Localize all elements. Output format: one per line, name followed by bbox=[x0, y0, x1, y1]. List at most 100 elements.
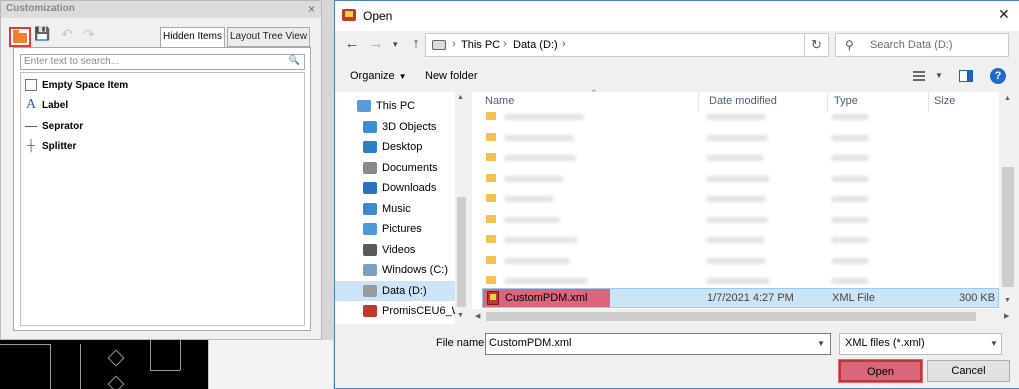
sidebar-item-pictures[interactable]: Pictures bbox=[335, 219, 455, 239]
list-item[interactable]: Seprator bbox=[25, 117, 83, 135]
folder-icon bbox=[486, 235, 496, 243]
table-row[interactable] bbox=[482, 270, 999, 290]
drive-c-icon bbox=[363, 264, 377, 276]
scroll-up-icon[interactable]: ▲ bbox=[457, 94, 464, 101]
redacted-cell bbox=[706, 175, 770, 182]
navigation-scrollbar[interactable]: ▲ ▼ bbox=[455, 92, 468, 324]
open-layout-button[interactable] bbox=[9, 27, 31, 47]
sort-caret-icon: ⌃ bbox=[590, 88, 598, 98]
sidebar-item-label: This PC bbox=[376, 100, 416, 112]
organize-menu[interactable]: Organize ▼ bbox=[350, 70, 407, 82]
sidebar-item-windows-c[interactable]: Windows (C:) bbox=[335, 260, 455, 280]
network-drive-icon bbox=[363, 305, 377, 317]
sidebar-item-label: Videos bbox=[382, 243, 416, 256]
tab-layout-tree-view[interactable]: Layout Tree View bbox=[227, 27, 310, 47]
cancel-button[interactable]: Cancel bbox=[927, 360, 1010, 382]
sidebar-item-music[interactable]: Music bbox=[335, 199, 455, 219]
redacted-cell bbox=[706, 278, 770, 284]
dialog-titlebar: Open ✕ bbox=[335, 1, 1019, 31]
redacted-cell bbox=[504, 114, 584, 120]
list-item[interactable]: A Label bbox=[25, 96, 68, 114]
redacted-cell bbox=[831, 196, 869, 202]
list-item[interactable]: Empty Space Item bbox=[25, 76, 128, 94]
table-row[interactable] bbox=[482, 250, 999, 270]
chevron-down-icon[interactable]: ▼ bbox=[817, 339, 825, 348]
view-options-icon[interactable] bbox=[913, 71, 925, 81]
sidebar-item-videos[interactable]: Videos bbox=[335, 240, 455, 260]
close-icon[interactable]: ✕ bbox=[998, 6, 1010, 23]
file-list-vertical-scrollbar[interactable]: ▲ ▼ bbox=[999, 92, 1017, 309]
undo-icon[interactable]: ↶ bbox=[61, 26, 79, 44]
folder-icon bbox=[486, 255, 496, 264]
items-search-input[interactable]: Enter text to search... 🔍 bbox=[20, 54, 305, 70]
file-list-horizontal-scrollbar[interactable]: ◀ ▶ bbox=[472, 309, 1017, 324]
preview-pane-icon[interactable] bbox=[959, 70, 973, 82]
up-arrow-icon[interactable]: ↑ bbox=[407, 35, 425, 57]
forward-arrow-icon[interactable]: → bbox=[367, 35, 385, 57]
table-row[interactable] bbox=[482, 106, 999, 126]
scroll-down-icon[interactable]: ▼ bbox=[1004, 297, 1011, 304]
scroll-up-icon[interactable]: ▲ bbox=[1004, 95, 1011, 102]
sidebar-item-documents[interactable]: Documents bbox=[335, 158, 455, 178]
file-name-input[interactable]: CustomPDM.xml bbox=[485, 333, 831, 355]
refresh-button[interactable]: ↻ bbox=[805, 33, 829, 57]
sidebar-item-label: Pictures bbox=[382, 223, 422, 235]
folder-icon bbox=[486, 276, 496, 284]
this-pc-icon bbox=[357, 100, 371, 112]
folder-icon bbox=[486, 194, 496, 202]
scroll-left-icon[interactable]: ◀ bbox=[475, 312, 480, 320]
new-folder-button[interactable]: New folder bbox=[425, 70, 478, 82]
list-item[interactable]: ┼ Splitter bbox=[25, 137, 76, 155]
scroll-thumb[interactable] bbox=[1002, 167, 1014, 287]
sidebar-item-label: Data (D:) bbox=[382, 284, 427, 297]
file-name: CustomPDM.xml bbox=[505, 292, 588, 304]
redacted-cell bbox=[706, 134, 768, 141]
file-type-select[interactable]: XML files (*.xml) bbox=[839, 333, 1002, 355]
tab-hidden-items[interactable]: Hidden Items bbox=[160, 27, 225, 48]
customization-panel: Customization × 💾 ↶ ↷ Hidden Items Layou… bbox=[0, 0, 322, 340]
table-row-selected[interactable]: CustomPDM.xml 1/7/2021 4:27 PM XML File … bbox=[482, 288, 999, 308]
save-icon[interactable]: 💾 bbox=[34, 26, 52, 44]
scroll-thumb[interactable] bbox=[457, 197, 466, 307]
sidebar-item-promisceu6-wo[interactable]: PromisCEU6_Wo bbox=[335, 301, 468, 321]
close-icon[interactable]: × bbox=[308, 2, 315, 16]
sidebar-item-this-pc[interactable]: This PC bbox=[335, 96, 455, 116]
table-row[interactable] bbox=[482, 147, 999, 167]
background-panel bbox=[208, 340, 333, 389]
redacted-cell bbox=[504, 196, 554, 202]
table-row[interactable] bbox=[482, 209, 999, 229]
chevron-down-icon[interactable]: ▼ bbox=[990, 339, 998, 348]
chevron-down-icon[interactable]: ▼ bbox=[935, 71, 943, 80]
search-input[interactable]: ⚲ Search Data (D:) bbox=[835, 33, 1009, 57]
organize-label: Organize bbox=[350, 70, 395, 82]
help-icon[interactable]: ? bbox=[990, 68, 1006, 84]
breadcrumb-data-d[interactable]: Data (D:) bbox=[513, 39, 558, 51]
scroll-down-icon[interactable]: ▼ bbox=[457, 312, 464, 319]
breadcrumb-this-pc[interactable]: This PC bbox=[461, 39, 500, 51]
sidebar-item-label: Music bbox=[382, 202, 411, 215]
table-row[interactable] bbox=[482, 229, 999, 249]
redacted-cell bbox=[504, 216, 560, 223]
chevron-right-icon[interactable]: › bbox=[562, 38, 566, 50]
xml-file-icon bbox=[487, 291, 499, 305]
sidebar-item-data-d[interactable]: Data (D:) bbox=[335, 280, 455, 301]
background-design-canvas bbox=[0, 340, 208, 389]
redacted-cell bbox=[831, 175, 869, 182]
scroll-thumb[interactable] bbox=[486, 312, 976, 321]
back-arrow-icon[interactable]: ← bbox=[343, 35, 361, 57]
scroll-right-icon[interactable]: ▶ bbox=[1004, 312, 1009, 320]
sidebar-item-downloads[interactable]: Downloads bbox=[335, 178, 455, 198]
dialog-title: Open bbox=[363, 9, 393, 23]
table-row[interactable] bbox=[482, 127, 999, 147]
table-row[interactable] bbox=[482, 168, 999, 188]
sidebar-item-3d-objects[interactable]: 3D Objects bbox=[335, 117, 455, 137]
address-bar[interactable]: › This PC › Data (D:) › ▾ bbox=[425, 33, 877, 57]
table-row[interactable] bbox=[482, 188, 999, 208]
recent-locations-chevron-icon[interactable]: ▾ bbox=[393, 39, 398, 61]
sidebar-item-desktop[interactable]: Desktop bbox=[335, 137, 455, 157]
redacted-cell bbox=[831, 155, 869, 161]
open-button[interactable]: Open bbox=[839, 360, 922, 382]
drive-d-icon bbox=[363, 284, 377, 297]
music-icon bbox=[363, 202, 377, 215]
redo-icon[interactable]: ↷ bbox=[83, 26, 101, 44]
